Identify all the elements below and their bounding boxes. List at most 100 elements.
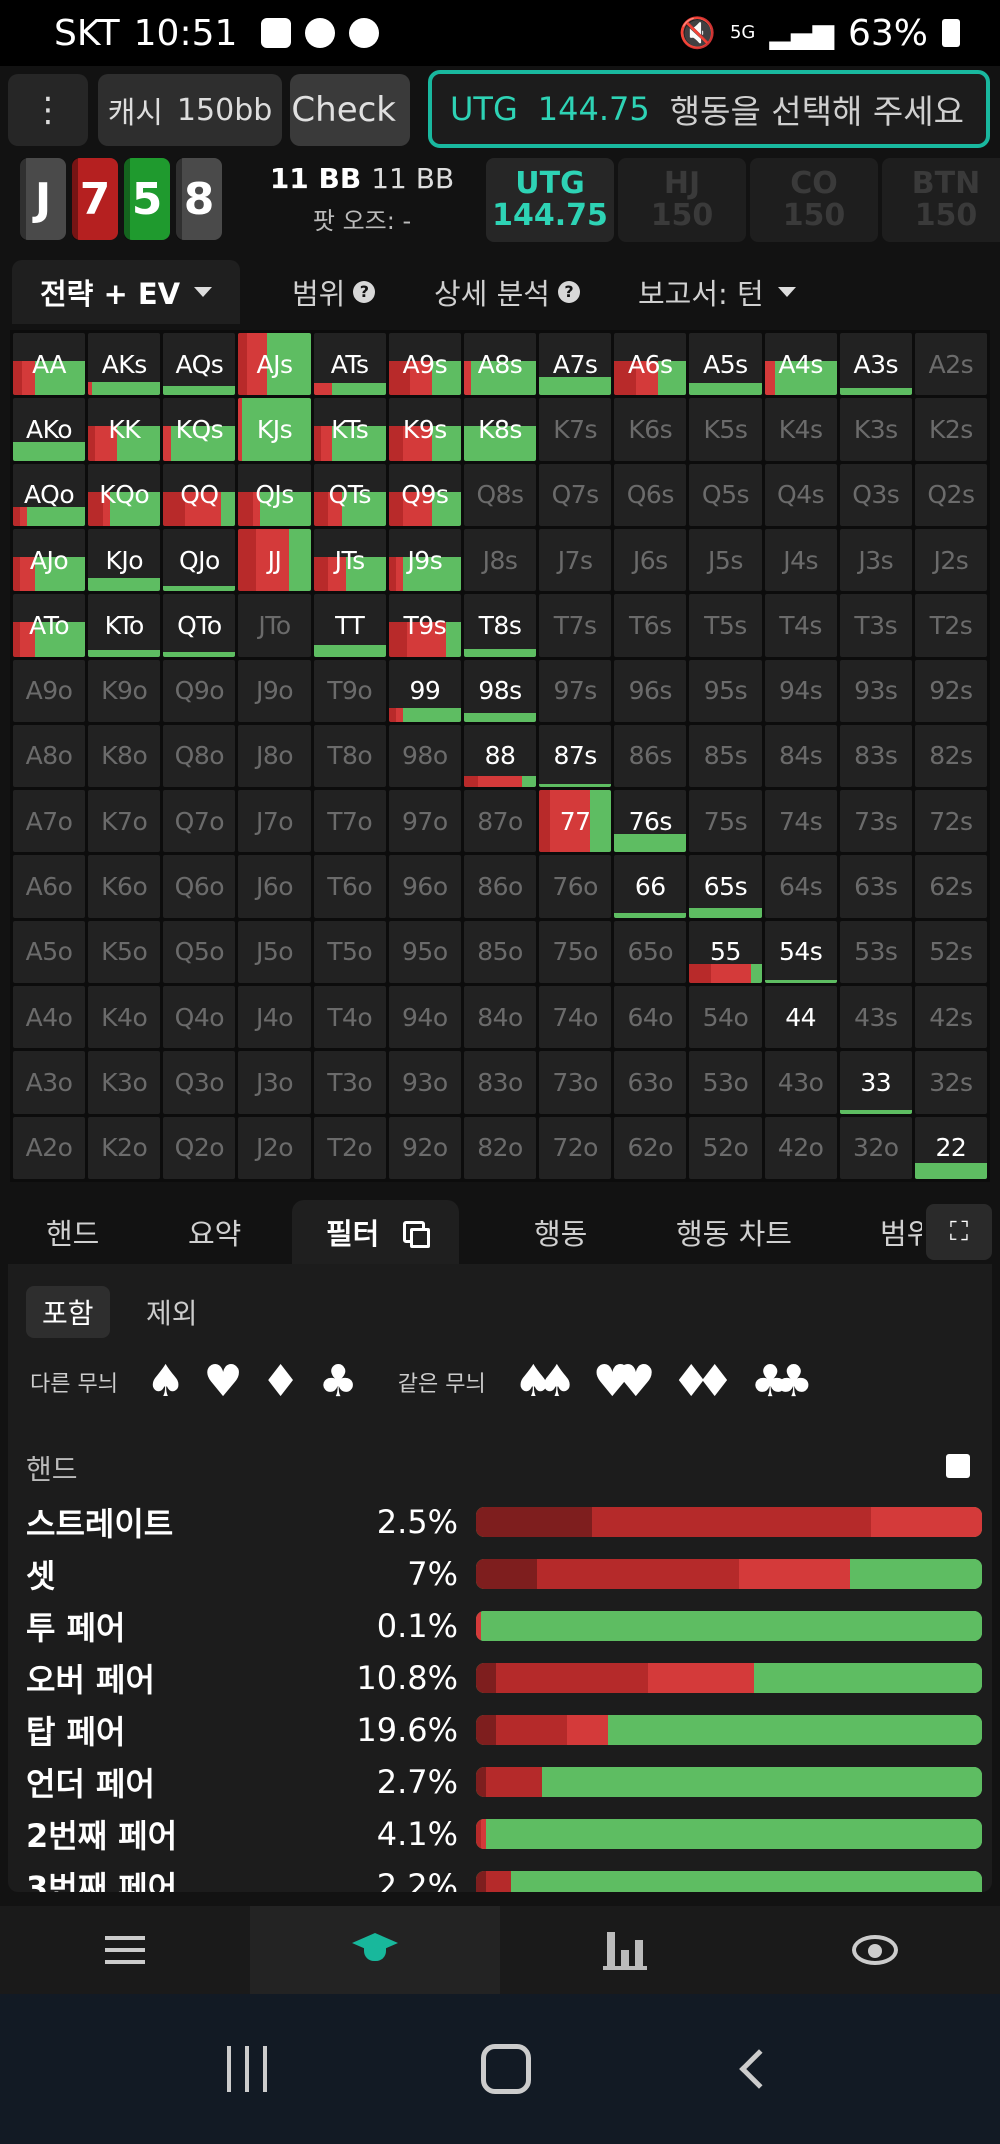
range-cell[interactable]: 75s <box>689 790 762 853</box>
range-cell[interactable]: KQo <box>88 463 161 526</box>
range-cell[interactable]: Q4s <box>764 463 837 526</box>
tab-range-panel[interactable]: 범위 <box>880 1200 922 1264</box>
range-cell[interactable]: 42o <box>764 1116 837 1179</box>
range-cell[interactable]: A6s <box>614 333 687 396</box>
range-cell[interactable]: 76o <box>539 855 612 918</box>
range-cell[interactable]: 55 <box>689 920 762 984</box>
range-cell[interactable]: 94o <box>388 986 461 1049</box>
range-cell[interactable]: A5s <box>689 333 762 396</box>
range-cell[interactable]: Q2s <box>914 463 987 526</box>
tab-summary[interactable]: 요약 <box>188 1200 241 1264</box>
seat-co[interactable]: CO 150 <box>750 158 878 242</box>
range-cell[interactable]: K5o <box>88 920 161 984</box>
tab-detail-analysis[interactable]: 상세 분석? <box>434 260 580 324</box>
range-cell[interactable]: A3s <box>839 333 912 396</box>
range-cell[interactable]: 74o <box>539 986 612 1049</box>
range-cell[interactable]: K4s <box>764 398 837 461</box>
range-cell[interactable]: K7o <box>88 790 161 853</box>
range-cell[interactable]: A3o <box>13 1051 86 1114</box>
range-cell[interactable]: Q7o <box>163 790 236 853</box>
range-cell[interactable]: A2s <box>914 333 987 396</box>
range-cell[interactable]: 96s <box>614 659 687 722</box>
include-toggle[interactable]: 포함 <box>26 1286 110 1338</box>
range-cell[interactable]: T5o <box>313 920 386 984</box>
range-cell[interactable]: J4o <box>238 986 311 1049</box>
hand-class-row[interactable]: 오버 페어 10.8% <box>26 1652 982 1704</box>
range-cell[interactable]: J4s <box>764 528 837 592</box>
range-cell[interactable]: 95s <box>689 659 762 722</box>
range-cell[interactable]: KK <box>88 398 161 461</box>
range-cell[interactable]: AA <box>13 333 86 396</box>
help-icon[interactable]: ? <box>353 281 376 303</box>
check-action-button[interactable]: Check <box>290 74 410 146</box>
range-cell[interactable]: 94s <box>764 659 837 722</box>
range-cell[interactable]: KQs <box>163 398 236 461</box>
range-cell[interactable]: 66 <box>614 855 687 918</box>
seat-hj[interactable]: HJ 150 <box>618 158 746 242</box>
range-cell[interactable]: KTs <box>313 398 386 461</box>
range-cell[interactable]: 72o <box>539 1116 612 1179</box>
range-cell[interactable]: 87o <box>463 790 537 853</box>
range-cell[interactable]: K2s <box>914 398 987 461</box>
range-cell[interactable]: Q6s <box>614 463 687 526</box>
range-cell[interactable]: 97s <box>539 659 612 722</box>
range-cell[interactable]: A2o <box>13 1116 86 1179</box>
range-cell[interactable]: 42s <box>914 986 987 1049</box>
range-cell[interactable]: 95o <box>388 920 461 984</box>
range-cell[interactable]: 98s <box>463 659 537 722</box>
tab-hands[interactable]: 핸드 <box>46 1200 99 1264</box>
range-cell[interactable]: QJo <box>163 528 236 592</box>
hand-class-row[interactable]: 스트레이트 2.5% <box>26 1496 982 1548</box>
range-cell[interactable]: K9s <box>388 398 461 461</box>
range-cell[interactable]: A7o <box>13 790 86 853</box>
range-cell[interactable]: K9o <box>88 659 161 722</box>
range-cell[interactable]: K8s <box>463 398 537 461</box>
range-cell[interactable]: 73o <box>539 1051 612 1114</box>
range-cell[interactable]: AJs <box>238 333 311 396</box>
range-cell[interactable]: Q9o <box>163 659 236 722</box>
double-club-icon[interactable]: ♣♣ <box>750 1356 813 1407</box>
range-cell[interactable]: 96o <box>388 855 461 918</box>
range-cell[interactable]: A5o <box>13 920 86 984</box>
range-cell[interactable]: 63s <box>839 855 912 918</box>
exclude-toggle[interactable]: 제외 <box>130 1286 214 1338</box>
home-button[interactable] <box>481 2044 531 2094</box>
range-cell[interactable]: J2s <box>914 528 987 592</box>
range-cell[interactable]: ATs <box>313 333 386 396</box>
range-cell[interactable]: 73s <box>839 790 912 853</box>
range-cell[interactable]: J7s <box>539 528 612 592</box>
club-icon[interactable]: ♣ <box>318 1356 357 1407</box>
range-cell[interactable]: AJo <box>13 528 86 592</box>
range-cell[interactable]: 22 <box>914 1116 987 1179</box>
more-menu-button[interactable]: ⋮ <box>8 74 88 146</box>
tab-range[interactable]: 범위? <box>292 260 376 324</box>
range-cell[interactable]: T6s <box>614 594 687 657</box>
range-cell[interactable]: Q4o <box>163 986 236 1049</box>
range-cell[interactable]: 54o <box>689 986 762 1049</box>
range-cell[interactable]: K2o <box>88 1116 161 1179</box>
tab-action-chart[interactable]: 행동 차트 <box>676 1200 792 1264</box>
hand-class-row[interactable]: 언더 페어 2.7% <box>26 1756 982 1808</box>
range-cell[interactable]: 93s <box>839 659 912 722</box>
select-all-checkbox[interactable] <box>946 1454 970 1478</box>
range-cell[interactable]: J2o <box>238 1116 311 1179</box>
double-heart-icon[interactable]: ♥♥ <box>593 1356 656 1407</box>
nav-study[interactable] <box>250 1906 500 1994</box>
range-cell[interactable]: J6s <box>614 528 687 592</box>
range-cell[interactable]: K4o <box>88 986 161 1049</box>
range-cell[interactable]: ATo <box>13 594 86 657</box>
range-cell[interactable]: Q8s <box>463 463 537 526</box>
range-cell[interactable]: AKo <box>13 398 86 461</box>
spade-icon[interactable]: ♠ <box>146 1356 185 1407</box>
range-cell[interactable]: J7o <box>238 790 311 853</box>
range-cell[interactable]: K3o <box>88 1051 161 1114</box>
range-cell[interactable]: 63o <box>614 1051 687 1114</box>
range-cell[interactable]: 44 <box>764 986 837 1049</box>
tab-filter[interactable]: 필터 <box>292 1200 460 1264</box>
double-diamond-icon[interactable]: ♦♦ <box>672 1356 735 1407</box>
range-cell[interactable]: 54s <box>764 920 837 984</box>
range-cell[interactable]: A7s <box>539 333 612 396</box>
range-cell[interactable]: 64o <box>614 986 687 1049</box>
range-cell[interactable]: 32o <box>839 1116 912 1179</box>
range-cell[interactable]: 53s <box>839 920 912 984</box>
